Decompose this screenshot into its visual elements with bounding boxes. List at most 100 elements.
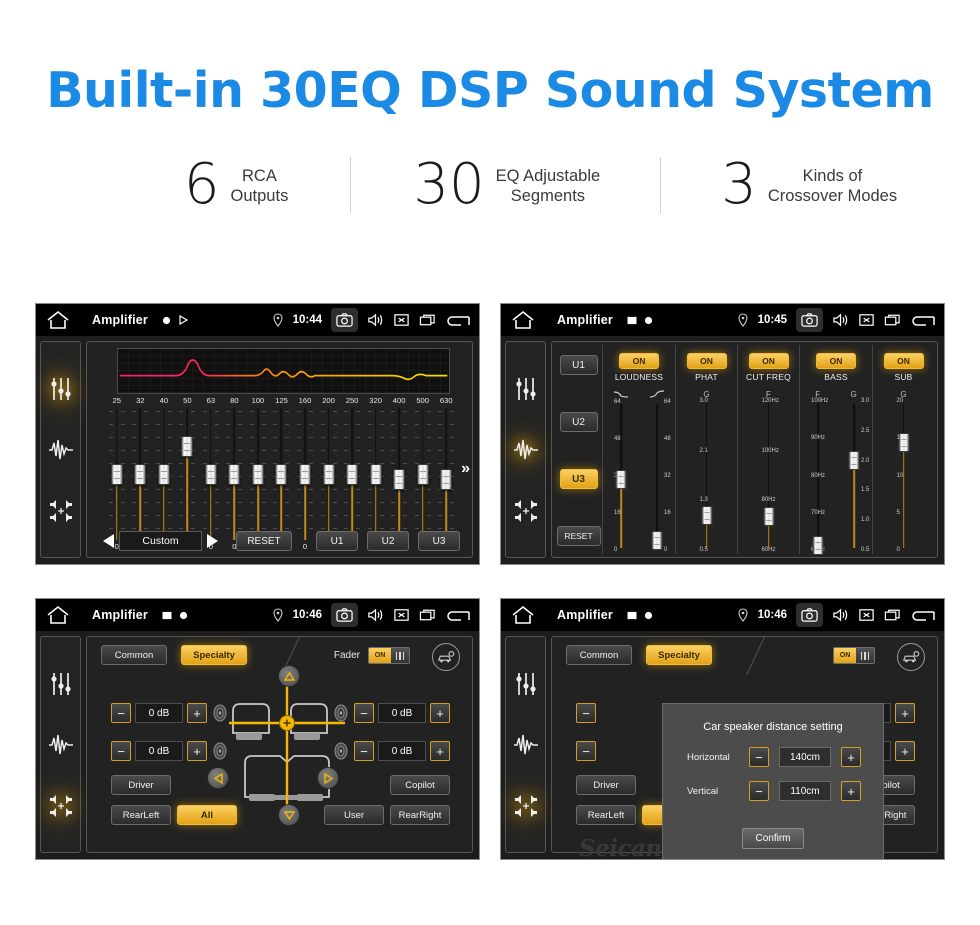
equalizer-sliders-icon[interactable] — [513, 376, 539, 402]
eq-slider-200hz[interactable] — [317, 408, 341, 540]
volume-icon[interactable] — [832, 312, 849, 328]
preset-u1-button[interactable]: U1 — [316, 531, 358, 551]
confirm-button[interactable]: Confirm — [742, 828, 804, 849]
recent-apps-icon[interactable] — [419, 312, 436, 328]
gain-plus-button[interactable]: + — [895, 703, 915, 723]
gain-plus-button[interactable]: + — [430, 741, 450, 761]
vertical-slider-curve-low[interactable]: 644832160 — [603, 399, 639, 553]
nav-right-button[interactable] — [317, 767, 339, 789]
car-distance-settings-button[interactable] — [432, 643, 460, 671]
slider-thumb[interactable] — [615, 470, 627, 490]
gain-plus-button[interactable]: + — [187, 741, 207, 761]
seat-rearright-button[interactable]: RearRight — [390, 805, 450, 825]
slider-thumb[interactable] — [701, 505, 712, 525]
screenshot-button[interactable] — [796, 308, 823, 332]
gain-minus-button[interactable]: − — [111, 741, 131, 761]
gain-minus-button[interactable]: − — [576, 741, 596, 761]
vertical-slider-f[interactable]: 120Hz 100Hz 80Hz 60Hz — [751, 398, 787, 553]
gain-minus-button[interactable]: − — [354, 703, 374, 723]
vertical-slider-g[interactable]: 20151050 — [886, 398, 922, 553]
toggle-on-button[interactable]: ON — [816, 353, 856, 369]
horizontal-minus-button[interactable]: − — [749, 747, 769, 767]
vertical-minus-button[interactable]: − — [749, 781, 769, 801]
back-icon[interactable] — [445, 312, 471, 328]
volume-icon[interactable] — [367, 312, 384, 328]
slider-thumb[interactable] — [848, 450, 860, 470]
toggle-on-button[interactable]: ON — [619, 353, 659, 369]
eq-slider-thumb[interactable] — [110, 463, 123, 485]
next-page-chevron-icon[interactable]: » — [461, 460, 470, 478]
eq-slider-400hz[interactable] — [387, 408, 411, 540]
mute-close-icon[interactable] — [393, 312, 410, 328]
equalizer-sliders-icon[interactable] — [48, 671, 74, 697]
toggle-on-button[interactable]: ON — [686, 353, 727, 369]
toggle-on-button[interactable]: ON — [883, 353, 924, 369]
home-icon[interactable] — [511, 605, 535, 625]
mute-close-icon[interactable] — [393, 607, 410, 623]
eq-slider-40hz[interactable] — [152, 408, 176, 540]
preset-u3-button[interactable]: U3 — [559, 469, 598, 489]
slider-thumb[interactable] — [898, 432, 909, 452]
eq-slider-50hz[interactable] — [176, 408, 200, 540]
gain-plus-button[interactable]: + — [430, 703, 450, 723]
seat-driver-button[interactable]: Driver — [111, 775, 171, 795]
balance-icon[interactable] — [48, 498, 74, 524]
tab-specialty[interactable]: Specialty — [646, 645, 712, 665]
preset-name[interactable]: Custom — [119, 531, 202, 551]
vertical-slider-g[interactable]: 3.0 2.1 1.3 0.5 — [689, 398, 725, 553]
equalizer-sliders-icon[interactable] — [513, 671, 539, 697]
eq-slider-thumb[interactable] — [157, 463, 170, 485]
slider-thumb[interactable] — [763, 507, 774, 527]
waveform-icon[interactable] — [513, 437, 539, 463]
fader-toggle[interactable]: ON — [833, 647, 875, 664]
eq-slider-630hz[interactable] — [434, 408, 458, 540]
eq-slider-thumb[interactable] — [416, 463, 429, 485]
screenshot-button[interactable] — [796, 603, 823, 627]
vertical-slider-f[interactable]: 100Hz90Hz80Hz70Hz60Hz — [800, 398, 836, 555]
fader-toggle[interactable]: ON — [368, 647, 410, 664]
nav-down-button[interactable] — [278, 804, 300, 826]
eq-slider-thumb[interactable] — [299, 463, 312, 485]
waveform-icon[interactable] — [48, 437, 74, 463]
eq-slider-thumb[interactable] — [204, 463, 217, 485]
seat-rearleft-button[interactable]: RearLeft — [111, 805, 171, 825]
eq-slider-32hz[interactable] — [129, 408, 153, 540]
screenshot-button[interactable] — [331, 308, 358, 332]
seat-copilot-button[interactable]: Copilot — [390, 775, 450, 795]
eq-slider-160hz[interactable] — [293, 408, 317, 540]
mute-close-icon[interactable] — [858, 607, 875, 623]
preset-next-button[interactable] — [207, 534, 218, 548]
volume-icon[interactable] — [367, 607, 384, 623]
tab-common[interactable]: Common — [101, 645, 167, 665]
home-icon[interactable] — [511, 310, 535, 330]
eq-slider-thumb[interactable] — [251, 463, 264, 485]
eq-slider-500hz[interactable] — [411, 408, 435, 540]
preset-u2-button[interactable]: U2 — [559, 412, 598, 432]
tab-specialty[interactable]: Specialty — [181, 645, 247, 665]
preset-prev-button[interactable] — [103, 534, 114, 548]
waveform-icon[interactable] — [48, 732, 74, 758]
reset-button[interactable]: RESET — [236, 531, 292, 551]
vertical-slider-g[interactable]: 3.0 2.5 2.0 1.5 1.0 0.5 — [836, 398, 872, 553]
eq-slider-250hz[interactable] — [340, 408, 364, 540]
eq-slider-thumb[interactable] — [134, 463, 147, 485]
back-icon[interactable] — [910, 312, 936, 328]
reset-button[interactable]: RESET — [556, 526, 601, 546]
eq-slider-320hz[interactable] — [364, 408, 388, 540]
eq-slider-thumb[interactable] — [393, 469, 406, 490]
seat-all-button[interactable]: All — [177, 805, 237, 825]
eq-slider-25hz[interactable] — [105, 408, 129, 540]
vertical-plus-button[interactable]: + — [841, 781, 861, 801]
equalizer-sliders-icon[interactable] — [48, 376, 74, 402]
gain-plus-button[interactable]: + — [895, 741, 915, 761]
tab-common[interactable]: Common — [566, 645, 632, 665]
slider-thumb[interactable] — [651, 531, 663, 551]
eq-slider-thumb[interactable] — [440, 469, 453, 490]
recent-apps-icon[interactable] — [884, 607, 901, 623]
eq-slider-thumb[interactable] — [181, 436, 194, 457]
horizontal-plus-button[interactable]: + — [841, 747, 861, 767]
gain-minus-button[interactable]: − — [111, 703, 131, 723]
seat-rearleft-button[interactable]: RearLeft — [576, 805, 636, 825]
car-distance-settings-button[interactable] — [897, 643, 925, 671]
seat-driver-button[interactable]: Driver — [576, 775, 636, 795]
